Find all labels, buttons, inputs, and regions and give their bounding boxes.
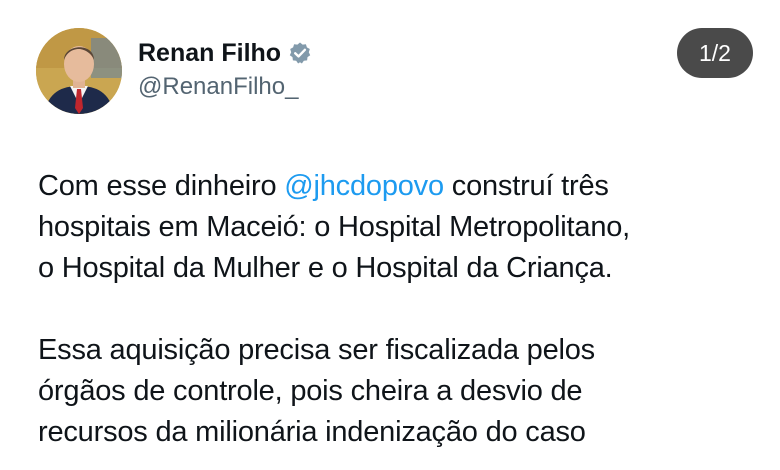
author-handle[interactable]: @RenanFilho_	[138, 72, 298, 102]
avatar-image	[36, 28, 122, 114]
post-paragraph: Com esse dinheiro @jhcdopovo construí tr…	[38, 166, 768, 289]
author-name-row[interactable]: Renan Filho	[138, 38, 312, 68]
post-text: hospitais em Maceió: o Hospital Metropol…	[38, 211, 631, 243]
author-avatar[interactable]	[36, 28, 122, 114]
post-body: Com esse dinheiro @jhcdopovo construí tr…	[38, 166, 768, 453]
mention-link[interactable]: @jhcdopovo	[284, 170, 444, 202]
post-text: recursos da milionária indenização do ca…	[38, 416, 586, 448]
author-display-name[interactable]: Renan Filho	[138, 38, 281, 68]
post-paragraph: Essa aquisição precisa ser fiscalizada p…	[38, 330, 768, 453]
thread-position-badge: 1/2	[677, 28, 753, 78]
post-text: órgãos de controle, pois cheira a desvio…	[38, 375, 583, 407]
tweet-card: Renan Filho @RenanFilho_ 1/2 Com esse di…	[0, 0, 780, 470]
post-text: construí três	[443, 170, 609, 202]
post-text: Com esse dinheiro	[38, 170, 285, 202]
verified-badge-icon	[288, 41, 312, 65]
post-text: o Hospital da Mulher e o Hospital da Cri…	[38, 252, 613, 284]
post-text: Essa aquisição precisa ser fiscalizada p…	[38, 334, 595, 366]
